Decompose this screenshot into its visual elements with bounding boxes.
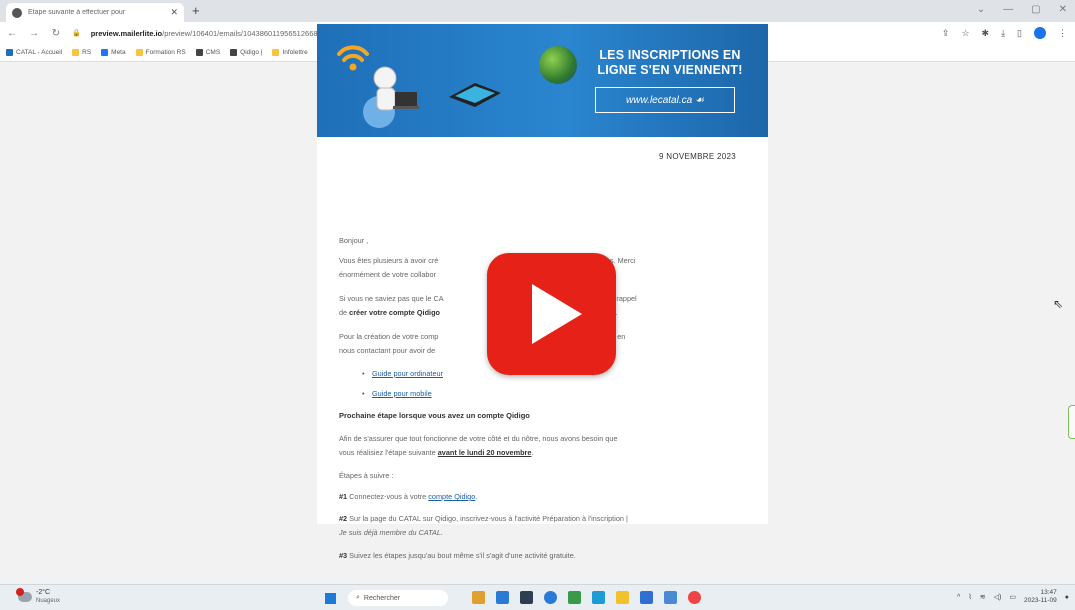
download-icon[interactable]: ⤓ [1001,28,1005,39]
close-tab-icon[interactable]: ✕ [170,7,178,18]
new-tab-icon[interactable]: + [192,3,200,18]
share-icon[interactable]: ⇪ [942,28,950,39]
bookmark-icon [6,49,13,56]
banner-title: LES INSCRIPTIONS EN LIGNE S'EN VIENNENT! [597,48,743,77]
email-date: 9 NOVEMBRE 2023 [659,152,736,161]
back-icon[interactable]: ← [6,28,18,39]
alert-badge [16,588,24,596]
app-chrome-icon[interactable] [688,591,701,604]
notification-icon[interactable]: ● [1065,594,1069,601]
taskbar-apps [472,591,701,604]
minimize-icon[interactable]: — [1003,4,1013,15]
bookmark-item[interactable]: CATAL - Accueil [6,49,62,56]
chevron-down-icon[interactable]: ⌄ [977,4,985,15]
app-icon-4[interactable] [544,591,557,604]
clock[interactable]: 13:47 2023-11-09 [1024,589,1057,605]
tab-bar: Étape suivante à effectuer pour ✕ + ⌄ — … [0,0,1075,22]
network-icon[interactable]: ⌇ [968,593,971,601]
app-icon-3[interactable] [520,591,533,604]
mouse-cursor-icon: ⇖ [1053,297,1064,311]
bookmark-item[interactable]: Infolettre [272,49,308,56]
play-icon [531,284,582,344]
extension-icon[interactable]: ✱ [982,28,990,39]
window-controls: ⌄ — ▢ ✕ [977,4,1067,15]
greeting: Bonjour , [339,236,369,245]
bookmark-icon [135,49,143,56]
close-window-icon[interactable]: ✕ [1059,4,1067,15]
taskbar-search[interactable]: ⌕ Rechercher [348,590,448,606]
chevron-up-icon[interactable]: ^ [957,594,960,601]
temperature: -2°C [36,589,51,596]
side-panel-handle[interactable] [1068,405,1075,439]
bookmark-icon [195,49,203,56]
tab-title: Étape suivante à effectuer pour [28,9,126,16]
windows-start-icon[interactable] [325,593,336,604]
bookmark-item[interactable]: Qidigo | [230,49,262,56]
guide-mobile-link[interactable]: Guide pour mobile [362,389,432,398]
bookmark-icon [101,49,109,56]
bookmark-icon [230,49,238,56]
browser-tab[interactable]: Étape suivante à effectuer pour ✕ [6,3,184,22]
taskbar: -2°C Nuageux ⌕ Rechercher ^ ⌇ ≋ ◁) ▭ 13:… [0,584,1075,610]
volume-icon[interactable]: ◁) [994,593,1002,601]
app-icon-2[interactable] [496,591,509,604]
weather-widget[interactable]: -2°C Nuageux [16,588,61,605]
site-favicon-icon [12,7,22,18]
step-2: #2 Sur la page du CATAL sur Qidigo, insc… [339,514,628,537]
guide-computer-link[interactable]: Guide pour ordinateur [362,369,443,378]
bookmark-item[interactable]: Meta [101,49,126,56]
email-banner[interactable]: LES INSCRIPTIONS EN LIGNE S'EN VIENNENT!… [317,24,768,137]
star-icon[interactable]: ☆ [961,28,969,39]
url-field[interactable]: preview.mailerlite.io/preview/106401/ema… [91,29,318,38]
app-icon-5[interactable] [568,591,581,604]
phone-illustration [449,83,501,107]
wifi-tray-icon[interactable]: ≋ [980,593,986,601]
bookmark-icon [72,49,80,56]
mouse-icon: ☙ [694,94,704,106]
weather-condition: Nuageux [36,598,61,604]
system-tray: ^ ⌇ ≋ ◁) ▭ 13:47 2023-11-09 ● [957,589,1069,605]
battery-icon[interactable]: ▭ [1009,593,1016,601]
toolbar-icons: ⇪ ☆ ✱ ⤓ ▯ ⋮ [942,27,1067,39]
globe-icon [539,46,577,84]
next-step-heading: Prochaine étape lorsque vous avez un com… [339,411,530,420]
app-explorer-icon[interactable] [472,591,485,604]
bookmark-item[interactable]: CMS [195,49,220,56]
forward-icon[interactable]: → [28,28,40,39]
maximize-icon[interactable]: ▢ [1031,4,1040,15]
play-button[interactable] [487,253,616,375]
app-edge-icon[interactable] [592,591,605,604]
search-icon: ⌕ [356,594,360,601]
app-folder-icon[interactable] [616,591,629,604]
steps-label: Étapes à suivre : [339,471,394,480]
bookmark-item[interactable]: RS [72,49,91,56]
lock-icon[interactable]: 🔒 [72,29,81,37]
cloud-icon [16,588,32,602]
step-1: #1 Connectez-vous à votre compte Qidigo. [339,492,478,501]
paragraph-deadline: Afin de s'assurer que tout fonctionne de… [339,434,618,457]
qidigo-account-link[interactable]: compte Qidigo [428,492,475,501]
app-outlook-icon[interactable] [640,591,653,604]
step-3: #3 Suivez les étapes jusqu'au bout même … [339,551,576,560]
app-icon-9[interactable] [664,591,677,604]
bookmark-icon [272,49,280,56]
robot-laptop-illustration [363,66,419,128]
profile-avatar[interactable] [1034,27,1046,39]
sidepanel-icon[interactable]: ▯ [1017,28,1022,39]
banner-url-button[interactable]: www.lecatal.ca ☙ [595,87,735,113]
menu-icon[interactable]: ⋮ [1058,28,1067,39]
bookmark-item[interactable]: Formation RS [135,49,186,56]
reload-icon[interactable]: ↻ [50,28,62,39]
